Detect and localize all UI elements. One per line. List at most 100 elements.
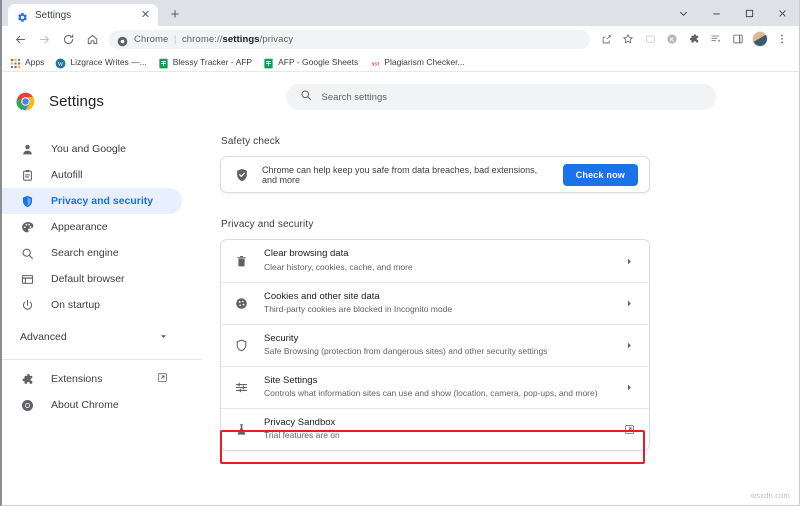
row-body: Security Safe Browsing (protection from … — [264, 333, 607, 359]
flask-icon — [234, 422, 249, 437]
window-controls — [667, 0, 799, 26]
clipboard-icon — [20, 168, 34, 182]
external-link-icon[interactable] — [622, 424, 636, 435]
omnibox-url-suffix: /privacy — [259, 33, 294, 45]
privacy-section-title: Privacy and security — [221, 219, 314, 230]
back-icon[interactable] — [9, 28, 31, 50]
search-placeholder: Search settings — [321, 91, 387, 103]
sidebar-item-default-browser[interactable]: Default browser — [2, 266, 182, 292]
sidebar-item-you-and-google[interactable]: You and Google — [2, 136, 182, 162]
shield-check-icon — [234, 167, 249, 182]
sidebar-item-privacy-and-security[interactable]: Privacy and security — [2, 188, 182, 214]
reload-icon[interactable] — [57, 28, 79, 50]
extensions-puzzle-icon[interactable] — [684, 29, 704, 49]
home-icon[interactable] — [81, 28, 103, 50]
reading-list-icon[interactable] — [706, 29, 726, 49]
browser-window-icon — [20, 272, 34, 286]
sidebar-item-on-startup[interactable]: On startup — [2, 292, 182, 318]
chevron-down-icon[interactable] — [667, 0, 700, 26]
safety-check-message: Chrome can help keep you safe from data … — [262, 164, 538, 185]
row-title: Cookies and other site data — [264, 290, 380, 302]
media-cast-icon[interactable] — [640, 29, 660, 49]
settings-sidebar: Settings You and Google Autofill Privacy… — [2, 72, 202, 505]
row-body: Clear browsing data Clear history, cooki… — [264, 248, 607, 274]
bookmark-blessy-tracker[interactable]: Blessy Tracker - AFP — [158, 56, 253, 69]
sidebar-item-autofill[interactable]: Autofill — [2, 162, 182, 188]
safety-check-row: Chrome can help keep you safe from data … — [221, 157, 649, 192]
row-site-settings[interactable]: Site Settings Controls what information … — [221, 366, 649, 408]
row-privacy-sandbox[interactable]: Privacy Sandbox Trial features are on — [221, 408, 649, 450]
tab-settings[interactable]: Settings ✕ — [8, 4, 158, 26]
row-title: Clear browsing data — [264, 248, 349, 260]
page-title: Settings — [49, 92, 104, 110]
watermark: wsxdn.com — [750, 491, 790, 500]
row-clear-browsing-data[interactable]: Clear browsing data Clear history, cooki… — [221, 240, 649, 282]
sidebar-item-label: On startup — [51, 299, 101, 311]
chevron-right-icon[interactable] — [622, 299, 636, 308]
share-icon[interactable] — [596, 29, 616, 49]
sidebar-item-label: You and Google — [51, 143, 126, 155]
omnibox-text: Chrome | chrome://settings/privacy — [134, 34, 293, 45]
shield-icon — [20, 194, 34, 208]
maximize-icon[interactable] — [733, 0, 766, 26]
close-window-icon[interactable] — [766, 0, 799, 26]
bookmark-label: Blessy Tracker - AFP — [172, 56, 253, 67]
sidebar-item-extensions[interactable]: Extensions — [2, 366, 182, 392]
browser-toolbar: Chrome | chrome://settings/privacy K — [2, 26, 799, 52]
bookmark-afp-google-sheets[interactable]: AFP - Google Sheets — [263, 56, 358, 69]
row-body: Site Settings Controls what information … — [264, 375, 607, 401]
bookmark-lizgrace-writes[interactable]: W Lizgrace Writes —... — [55, 56, 147, 69]
sidebar-item-appearance[interactable]: Appearance — [2, 214, 182, 240]
check-now-button[interactable]: Check now — [562, 163, 638, 186]
chevron-right-icon[interactable] — [622, 383, 636, 392]
svg-text:W: W — [58, 61, 64, 68]
chevron-right-icon[interactable] — [622, 341, 636, 350]
google-sheets-icon — [158, 56, 169, 69]
row-title: Security — [264, 332, 299, 344]
sidebar-item-label: Search engine — [51, 247, 119, 259]
bookmark-star-icon[interactable] — [618, 29, 638, 49]
sidebar-item-label: About Chrome — [51, 399, 119, 411]
row-subtitle: Clear history, cookies, cache, and more — [264, 261, 413, 272]
sidebar-item-about-chrome[interactable]: About Chrome — [2, 392, 182, 418]
row-title: Privacy Sandbox — [264, 416, 336, 428]
search-settings-input[interactable]: Search settings — [285, 84, 716, 110]
address-bar[interactable]: Chrome | chrome://settings/privacy — [109, 29, 590, 49]
row-subtitle: Third-party cookies are blocked in Incog… — [264, 304, 453, 315]
bookmark-label: Lizgrace Writes —... — [70, 56, 147, 67]
kami-extension-icon[interactable]: K — [662, 29, 682, 49]
omnibox-separator: | — [173, 33, 177, 45]
row-security[interactable]: Security Safe Browsing (protection from … — [221, 324, 649, 366]
sliders-icon — [234, 380, 249, 395]
bookmark-apps[interactable]: Apps — [10, 56, 45, 69]
tab-title: Settings — [35, 9, 72, 21]
sidebar-item-label: Extensions — [51, 373, 103, 385]
chrome-menu-icon[interactable] — [772, 29, 792, 49]
google-sheets-icon — [263, 56, 274, 69]
settings-page: Settings You and Google Autofill Privacy… — [2, 72, 799, 505]
apps-grid-icon — [10, 56, 21, 69]
avatar[interactable] — [750, 29, 770, 49]
settings-brand: Settings — [2, 84, 202, 118]
bookmark-label: Plagiarism Checker... — [384, 56, 465, 67]
palette-icon — [20, 220, 34, 234]
sidebar-item-search-engine[interactable]: Search engine — [2, 240, 182, 266]
row-cookies-and-other-site-data[interactable]: Cookies and other site data Third-party … — [221, 282, 649, 324]
side-panel-icon[interactable] — [728, 29, 748, 49]
bookmark-plagiarism-checker[interactable]: SST Plagiarism Checker... — [369, 56, 465, 67]
tab-strip: Settings ✕ + — [2, 0, 799, 26]
minimize-icon[interactable] — [700, 0, 733, 26]
omnibox-url-prefix: chrome:// — [181, 33, 223, 45]
profile-avatar-image — [752, 31, 768, 47]
new-tab-button[interactable]: + — [164, 3, 186, 25]
sst-text-icon: SST — [369, 56, 380, 67]
safety-check-title: Safety check — [221, 136, 281, 147]
close-icon[interactable]: ✕ — [139, 9, 152, 22]
sidebar-item-label: Appearance — [51, 221, 108, 233]
chevron-right-icon[interactable] — [622, 257, 636, 266]
trash-icon — [234, 254, 249, 269]
omnibox-site-label: Chrome — [134, 33, 169, 45]
sidebar-item-advanced[interactable]: Advanced — [2, 324, 182, 350]
svg-text:SST: SST — [372, 62, 380, 67]
bookmark-label: Apps — [25, 56, 45, 67]
